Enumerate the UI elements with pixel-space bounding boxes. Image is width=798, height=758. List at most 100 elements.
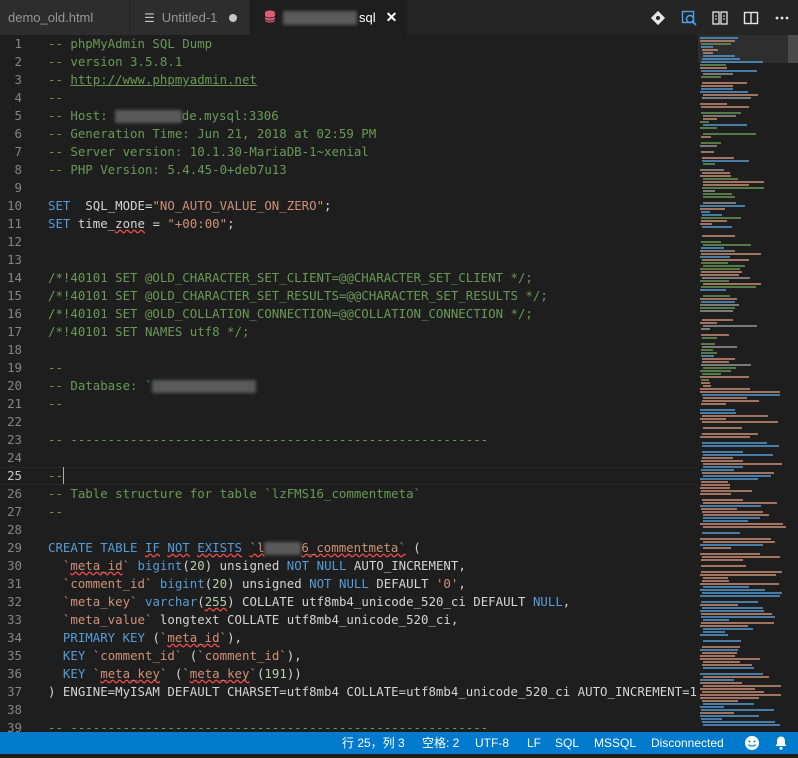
code-text: KEY `meta_key` (`meta_key`(191)) [48,665,302,683]
code-line[interactable]: 19 -- [0,359,698,377]
code-text: -- [48,503,63,521]
tab-untitled-1[interactable]: ☰ Untitled-1 [130,0,250,35]
eol-selector[interactable]: LF [527,732,541,754]
code-line[interactable]: 28 [0,521,698,539]
scrollbar-thumb[interactable] [788,35,798,63]
code-line[interactable]: 33 `meta_value` longtext COLLATE utf8mb4… [0,611,698,629]
language-mode[interactable]: SQL [555,732,579,754]
code-line[interactable]: 8 -- PHP Version: 5.4.45-0+deb7u13 [0,161,698,179]
open-changes-icon[interactable] [681,10,697,26]
code-line[interactable]: 6 -- Generation Time: Jun 21, 2018 at 02:… [0,125,698,143]
code-line[interactable]: 35 KEY `comment_id` (`comment_id`), [0,647,698,665]
minimap-line [701,613,772,615]
code-line[interactable]: 34 PRIMARY KEY (`meta_id`), [0,629,698,647]
code-line[interactable]: 11 SET time_zone = "+00:00"; [0,215,698,233]
feedback-smiley-icon[interactable] [744,735,760,751]
connection-status[interactable]: Disconnected [651,732,724,754]
code-editor[interactable]: 1 -- phpMyAdmin SQL Dump 2 -- version 3.5.8… [0,35,798,732]
code-token: `meta_value` [62,612,153,627]
tab-sql-file[interactable]: sql ✕ [250,0,408,35]
minimap-line [701,622,774,624]
code-line[interactable]: 37) ENGINE=MyISAM DEFAULT CHARSET=utf8mb… [0,683,712,701]
code-line[interactable]: 21 -- [0,395,698,413]
notifications-bell-icon[interactable] [773,735,789,751]
code-line[interactable]: 15 /*!40101 SET @OLD_CHARACTER_SET_RESULT… [0,287,698,305]
code-token: 20 [189,558,205,573]
code-line[interactable]: 31 `comment_id` bigint(20) unsigned NOT … [0,575,698,593]
code-line[interactable]: 29 CREATE TABLE IF NOT EXISTS `l 6_comment… [0,539,698,557]
code-token: -- Table structure for table `lzFMS16_co… [48,486,421,501]
minimap[interactable] [698,35,798,732]
code-line[interactable]: 1 -- phpMyAdmin SQL Dump [0,35,698,53]
code-line[interactable]: 9 [0,179,698,197]
cursor-position[interactable]: 行 25，列 3 [342,732,405,754]
code-line[interactable]: 7 -- Server version: 10.1.30-MariaDB-1~xe… [0,143,698,161]
code-line[interactable]: 23 -- -----------------------------------… [0,431,698,449]
code-token: = [145,216,168,231]
tab-demo-old-html[interactable]: demo_old.html [0,0,130,35]
compare-icon[interactable] [712,10,728,26]
line-number: 22 [7,414,22,429]
minimap-line [700,574,776,576]
minimap-line [703,463,782,465]
code-line[interactable]: 20 -- Database: ` [0,377,698,395]
minimap-line [700,610,764,612]
code-line[interactable]: 10 SET SQL_MODE="NO_AUTO_VALUE_ON_ZERO"; [0,197,698,215]
code-text: /*!40101 SET @OLD_COLLATION_CONNECTION=@… [48,305,533,323]
minimap-line [701,70,757,72]
code-token: /*!40101 SET NAMES utf8 */; [48,324,250,339]
code-token: ) COLLATE utf8mb4_unicode_520_ci DEFAULT [227,594,533,609]
code-token: -- Host: [48,108,116,123]
code-line[interactable]: 12 [0,233,698,251]
code-token: `comment_id` [62,576,153,591]
close-icon[interactable]: ✕ [386,9,398,26]
minimap-line [703,52,713,54]
code-line[interactable]: 13 [0,251,698,269]
line-number: 21 [7,396,22,411]
code-line[interactable]: 38 [0,701,698,719]
minimap-line [703,118,717,120]
git-commit-icon[interactable] [650,10,666,26]
code-line[interactable]: 36 KEY `meta_key` (`meta_key`(191)) [0,665,698,683]
code-line[interactable]: 32 `meta_key` varchar(255) COLLATE utf8m… [0,593,698,611]
indentation-setting[interactable]: 空格: 2 [422,732,459,754]
minimap-line [702,580,729,582]
code-line[interactable]: 2 -- version 3.5.8.1 [0,53,698,71]
minimap-line [700,478,758,480]
minimap-line [702,319,733,321]
code-line[interactable]: 26 -- Table structure for table `lzFMS16_… [0,485,698,503]
redacted-text [264,542,302,555]
minimap-line [702,421,778,423]
code-line[interactable]: 30 `meta_id` bigint(20) unsigned NOT NUL… [0,557,698,575]
connection-type[interactable]: MSSQL [594,732,636,754]
code-line[interactable]: 17 /*!40101 SET NAMES utf8 */; [0,323,698,341]
code-line[interactable]: 39 -- -----------------------------------… [0,719,698,732]
code-token: meta_id [167,630,220,645]
code-token: KEY [62,648,86,663]
code-line[interactable]: 27 -- [0,503,698,521]
code-line[interactable]: 16 /*!40101 SET @OLD_COLLATION_CONNECTION… [0,305,698,323]
code-line[interactable]: 5 -- Host: de.mysql:3306 [0,107,698,125]
minimap-line [703,193,732,195]
line-number: 39 [7,720,22,732]
code-line[interactable]: 18 [0,341,698,359]
code-line[interactable]: 22 [0,413,698,431]
minimap-line [703,586,749,588]
code-line[interactable]: 4 -- [0,89,698,107]
code-line[interactable]: 24 [0,449,698,467]
split-editor-icon[interactable] [743,10,759,26]
encoding-selector[interactable]: UTF-8 [475,732,509,754]
more-actions-icon[interactable] [774,10,790,26]
minimap-line [703,520,748,522]
code-text: -- [48,89,63,107]
line-number: 1 [14,36,22,51]
code-line[interactable]: 25 -- [0,467,698,485]
code-line[interactable]: 3 -- http://www.phpmyadmin.net [0,71,698,89]
minimap-line [701,286,756,288]
code-token: varchar [145,594,198,609]
code-line[interactable]: 14 /*!40101 SET @OLD_CHARACTER_SET_CLIENT… [0,269,698,287]
minimap-line [701,241,721,243]
minimap-line [700,523,783,525]
minimap-line [703,181,764,183]
status-bar: 行 25，列 3 空格: 2 UTF-8 LF SQL MSSQL Discon… [0,732,798,754]
